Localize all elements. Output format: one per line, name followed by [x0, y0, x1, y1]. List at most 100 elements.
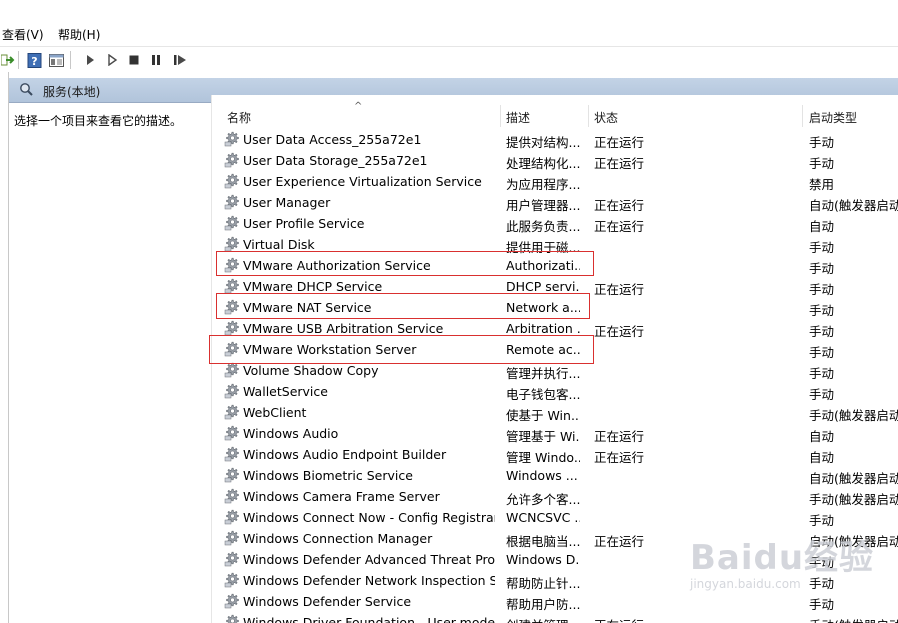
service-status: 正在运行	[594, 198, 645, 213]
service-status: 正在运行	[594, 282, 645, 297]
service-name: Volume Shadow Copy	[243, 363, 379, 378]
service-startup-type: 手动	[809, 324, 835, 339]
menu-view[interactable]: 查看(V)	[2, 26, 44, 43]
table-row[interactable]: Windows Camera Frame Server 允许多个客... 手动(触发…	[212, 486, 898, 507]
annotation-box	[209, 335, 594, 364]
service-name: Windows Defender Advanced Threat Prot...	[243, 552, 495, 567]
table-row[interactable]: WalletService 电子钱包客... 手动	[212, 381, 898, 402]
sort-ascending-icon: ^	[354, 101, 363, 112]
service-name: User Manager	[243, 195, 331, 210]
table-row[interactable]: User Data Storage_255a72e1 处理结构化... 正在运行 手动	[212, 150, 898, 171]
help-icon[interactable]: ?	[26, 52, 42, 68]
table-row[interactable]: WebClient 使基于 Win... 手动(触发器启动)	[212, 402, 898, 423]
pause-icon[interactable]	[148, 52, 164, 68]
service-name: Windows Driver Foundation - User-mode ..…	[243, 615, 495, 623]
service-name: Windows Biometric Service	[243, 468, 413, 483]
service-gear-icon	[224, 488, 240, 504]
service-status: 正在运行	[594, 219, 645, 234]
service-name: Windows Camera Frame Server	[243, 489, 440, 504]
service-gear-icon	[224, 509, 240, 525]
service-gear-icon	[224, 236, 240, 252]
service-description: 电子钱包客...	[506, 387, 580, 402]
service-startup-type: 手动	[809, 135, 835, 150]
service-gear-icon	[224, 404, 240, 420]
service-name: VMware USB Arbitration Service	[243, 321, 444, 336]
start-alt-icon[interactable]	[104, 52, 120, 68]
column-header-status[interactable]: 状态	[594, 109, 618, 126]
start-icon[interactable]	[82, 52, 98, 68]
service-gear-icon	[224, 173, 240, 189]
service-name: Windows Connect Now - Config Registrar	[243, 510, 495, 525]
service-gear-icon	[224, 572, 240, 588]
service-name: User Experience Virtualization Service	[243, 174, 482, 189]
table-row[interactable]: Windows Audio Endpoint Builder 管理 Windo..…	[212, 444, 898, 465]
service-startup-type: 手动	[809, 513, 835, 528]
table-row[interactable]: User Manager 用户管理器... 正在运行 自动(触发器启动)	[212, 192, 898, 213]
service-gear-icon	[224, 278, 240, 294]
service-name: User Data Access_255a72e1	[243, 132, 422, 147]
table-row[interactable]: User Profile Service 此服务负责... 正在运行 自动	[212, 213, 898, 234]
service-name: User Data Storage_255a72e1	[243, 153, 428, 168]
service-gear-icon	[224, 131, 240, 147]
service-name: Windows Defender Service	[243, 594, 412, 609]
service-gear-icon	[224, 194, 240, 210]
annotation-box	[216, 251, 594, 276]
service-startup-type: 手动	[809, 303, 835, 318]
menu-bar: 查看(V) 帮助(H)	[0, 0, 898, 46]
service-status: 正在运行	[594, 450, 645, 465]
column-header-description[interactable]: 描述	[506, 109, 530, 126]
table-row[interactable]: Windows Audio 管理基于 Wi... 正在运行 自动	[212, 423, 898, 444]
service-gear-icon	[224, 383, 240, 399]
service-description: 帮助防止针...	[506, 576, 580, 591]
restart-icon[interactable]	[172, 52, 188, 68]
service-name: Virtual Disk	[243, 237, 315, 252]
column-header-startup-type[interactable]: 启动类型	[809, 109, 857, 126]
service-gear-icon	[224, 362, 240, 378]
watermark-url: jingyan.baidu.com	[690, 577, 801, 591]
service-gear-icon	[224, 614, 240, 623]
console-tree-edge	[0, 72, 9, 623]
service-gear-icon	[224, 530, 240, 546]
table-row[interactable]: Windows Connect Now - Config Registrar WC…	[212, 507, 898, 528]
service-startup-type: 自动	[809, 450, 835, 465]
service-startup-type: 自动(触发器启动)	[809, 198, 898, 213]
watermark-logo: Baidu经验 jingyan.baidu.com	[690, 530, 890, 620]
menu-help[interactable]: 帮助(H)	[58, 26, 100, 43]
service-gear-icon	[224, 467, 240, 483]
service-startup-type: 自动(触发器启动)	[809, 471, 898, 486]
service-description: 管理并执行...	[506, 366, 580, 381]
service-description: Windows ...	[506, 468, 578, 483]
description-pane: 选择一个项目来查看它的描述。	[9, 103, 212, 623]
service-startup-type: 自动	[809, 429, 835, 444]
service-startup-type: 手动(触发器启动)	[809, 492, 898, 507]
service-status: 正在运行	[594, 534, 645, 549]
service-gear-icon	[224, 215, 240, 231]
service-startup-type: 自动	[809, 219, 835, 234]
service-status: 正在运行	[594, 324, 645, 339]
watermark-text: Baidu经验	[690, 538, 875, 578]
service-description: 帮助用户防...	[506, 597, 580, 612]
service-startup-type: 手动(触发器启动)	[809, 408, 898, 423]
service-status: 正在运行	[594, 615, 684, 623]
service-gear-icon	[224, 320, 240, 336]
export-list-icon[interactable]	[0, 52, 16, 68]
service-startup-type: 手动	[809, 261, 835, 276]
description-text: 选择一个项目来查看它的描述。	[14, 114, 183, 128]
service-name: Windows Audio	[243, 426, 339, 441]
table-row[interactable]: User Experience Virtualization Service 为应…	[212, 171, 898, 192]
svg-text:?: ?	[31, 55, 37, 68]
service-startup-type: 手动	[809, 387, 835, 402]
table-row[interactable]: User Data Access_255a72e1 提供对结构... 正在运行 手动	[212, 129, 898, 150]
service-startup-type: 手动	[809, 282, 835, 297]
service-name: User Profile Service	[243, 216, 365, 231]
service-description: 管理基于 Wi...	[506, 429, 580, 444]
service-name: Windows Defender Network Inspection S...	[243, 573, 495, 588]
service-description: 管理 Windo...	[506, 450, 580, 465]
column-header-name[interactable]: 名称	[227, 109, 251, 126]
service-gear-icon	[224, 593, 240, 609]
toolbar: ?	[0, 46, 898, 73]
table-row[interactable]: Windows Biometric Service Windows ... 自动(触…	[212, 465, 898, 486]
console-tree-icon[interactable]	[48, 52, 64, 68]
stop-icon[interactable]	[126, 52, 142, 68]
search-icon	[19, 82, 33, 99]
